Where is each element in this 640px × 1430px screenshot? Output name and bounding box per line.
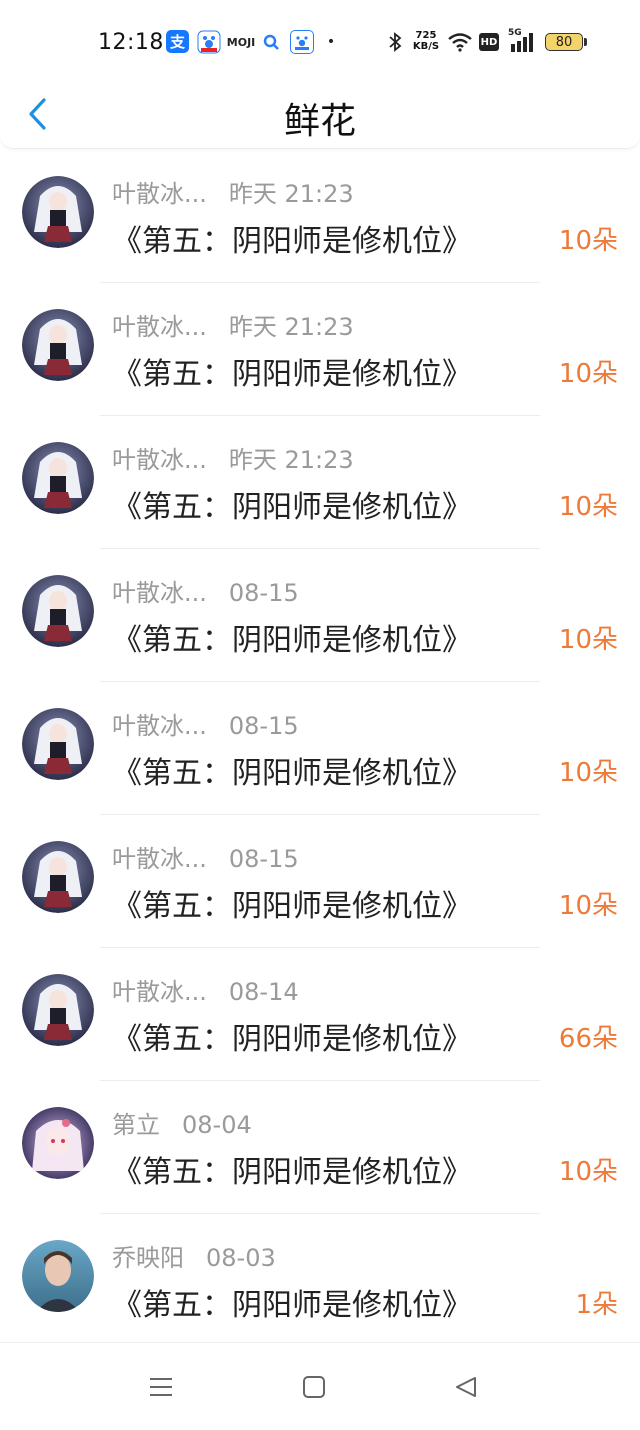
item-meta: 乔映阳 08-03 bbox=[112, 1238, 276, 1273]
speed-value: 725 bbox=[415, 30, 437, 41]
wifi-icon bbox=[446, 30, 474, 54]
flower-amount: 10朵 bbox=[558, 359, 618, 389]
list-item[interactable]: 第立 08-04 《第五：阴阳师是修机位》 10朵 bbox=[0, 1081, 640, 1214]
list-item[interactable]: 叶散冰... 昨天 21:23 《第五：阴阳师是修机位》 10朵 bbox=[0, 416, 640, 549]
flower-amount: 10朵 bbox=[558, 1157, 618, 1187]
book-title[interactable]: 《第五：阴阳师是修机位》 bbox=[112, 615, 472, 659]
home-button[interactable] bbox=[296, 1369, 332, 1405]
item-date: 08-15 bbox=[228, 579, 299, 607]
moji-icon: MOJI bbox=[226, 35, 256, 49]
avatar[interactable] bbox=[22, 974, 94, 1046]
flower-amount: 10朵 bbox=[558, 226, 618, 256]
flower-amount: 10朵 bbox=[558, 625, 618, 655]
list-item[interactable]: 乔映阳 08-03 《第五：阴阳师是修机位》 1朵 bbox=[0, 1214, 640, 1347]
navigation-bar bbox=[0, 1342, 640, 1430]
list-item[interactable]: 叶散冰... 08-15 《第五：阴阳师是修机位》 10朵 bbox=[0, 815, 640, 948]
avatar[interactable] bbox=[22, 708, 94, 780]
item-date: 08-04 bbox=[182, 1111, 252, 1139]
book-title[interactable]: 《第五：阴阳师是修机位》 bbox=[112, 216, 472, 260]
user-name[interactable]: 叶散冰... bbox=[112, 313, 207, 341]
item-date: 昨天 21:23 bbox=[228, 180, 354, 208]
item-meta: 叶散冰... 08-15 bbox=[112, 706, 299, 741]
item-meta: 叶散冰... 08-15 bbox=[112, 573, 299, 608]
item-date: 昨天 21:23 bbox=[228, 313, 354, 341]
menu-button[interactable] bbox=[143, 1369, 179, 1405]
battery-tip bbox=[584, 38, 587, 46]
book-title[interactable]: 《第五：阴阳师是修机位》 bbox=[112, 1014, 472, 1058]
flower-amount: 10朵 bbox=[558, 492, 618, 522]
avatar[interactable] bbox=[22, 1240, 94, 1312]
item-date: 08-15 bbox=[228, 845, 299, 873]
speed-unit: KB/S bbox=[412, 41, 440, 52]
battery-icon: 80 bbox=[545, 33, 583, 51]
avatar[interactable] bbox=[22, 309, 94, 381]
user-name[interactable]: 叶散冰... bbox=[112, 712, 207, 740]
baidu-app-icon bbox=[290, 30, 314, 54]
menu-icon bbox=[150, 1378, 172, 1396]
home-square-icon bbox=[303, 1376, 325, 1398]
search-icon bbox=[262, 30, 280, 54]
list-item[interactable]: 叶散冰... 08-14 《第五：阴阳师是修机位》 66朵 bbox=[0, 948, 640, 1081]
book-title[interactable]: 《第五：阴阳师是修机位》 bbox=[112, 1147, 472, 1191]
book-title[interactable]: 《第五：阴阳师是修机位》 bbox=[112, 748, 472, 792]
item-meta: 叶散冰... 昨天 21:23 bbox=[112, 307, 354, 342]
network-speed: 725 KB/S bbox=[410, 29, 442, 53]
book-title[interactable]: 《第五：阴阳师是修机位》 bbox=[112, 1280, 472, 1324]
network-type: 5G bbox=[508, 28, 522, 38]
user-name[interactable]: 叶散冰... bbox=[112, 978, 207, 1006]
list-item[interactable]: 叶散冰... 08-15 《第五：阴阳师是修机位》 10朵 bbox=[0, 549, 640, 682]
item-date: 08-03 bbox=[206, 1244, 276, 1272]
list-item[interactable]: 叶散冰... 08-15 《第五：阴阳师是修机位》 10朵 bbox=[0, 682, 640, 815]
baidu-icon bbox=[197, 30, 221, 54]
list-item[interactable]: 叶散冰... 昨天 21:23 《第五：阴阳师是修机位》 10朵 bbox=[0, 150, 640, 283]
back-triangle-icon bbox=[456, 1377, 476, 1397]
user-name[interactable]: 叶散冰... bbox=[112, 180, 207, 208]
flower-amount: 66朵 bbox=[558, 1024, 618, 1054]
avatar[interactable] bbox=[22, 1107, 94, 1179]
flower-amount: 1朵 bbox=[575, 1290, 618, 1320]
avatar[interactable] bbox=[22, 176, 94, 248]
flower-amount: 10朵 bbox=[558, 891, 618, 921]
status-bar: 12:18 支 MOJI • 725 KB/S HD 5G 80 bbox=[0, 0, 640, 86]
book-title[interactable]: 《第五：阴阳师是修机位》 bbox=[112, 881, 472, 925]
item-date: 昨天 21:23 bbox=[228, 446, 354, 474]
book-title[interactable]: 《第五：阴阳师是修机位》 bbox=[112, 482, 472, 526]
alipay-icon: 支 bbox=[166, 30, 189, 53]
header: 鲜花 bbox=[0, 86, 640, 149]
system-back-button[interactable] bbox=[448, 1369, 484, 1405]
user-name[interactable]: 乔映阳 bbox=[112, 1244, 184, 1272]
book-title[interactable]: 《第五：阴阳师是修机位》 bbox=[112, 349, 472, 393]
avatar[interactable] bbox=[22, 841, 94, 913]
list-item[interactable]: 叶散冰... 昨天 21:23 《第五：阴阳师是修机位》 10朵 bbox=[0, 283, 640, 416]
avatar[interactable] bbox=[22, 575, 94, 647]
user-name[interactable]: 叶散冰... bbox=[112, 845, 207, 873]
user-name[interactable]: 第立 bbox=[112, 1111, 160, 1139]
bluetooth-icon bbox=[385, 30, 405, 54]
signal-icon: 5G bbox=[506, 28, 538, 54]
item-meta: 叶散冰... 昨天 21:23 bbox=[112, 174, 354, 209]
item-meta: 叶散冰... 08-14 bbox=[112, 972, 299, 1007]
user-name[interactable]: 叶散冰... bbox=[112, 446, 207, 474]
status-time: 12:18 bbox=[98, 30, 164, 55]
item-date: 08-15 bbox=[228, 712, 299, 740]
user-name[interactable]: 叶散冰... bbox=[112, 579, 207, 607]
hd-icon: HD bbox=[479, 33, 499, 51]
item-meta: 第立 08-04 bbox=[112, 1105, 252, 1140]
item-date: 08-14 bbox=[228, 978, 299, 1006]
flower-amount: 10朵 bbox=[558, 758, 618, 788]
notification-dot-icon: • bbox=[326, 34, 336, 50]
page-title: 鲜花 bbox=[283, 101, 356, 142]
item-meta: 叶散冰... 昨天 21:23 bbox=[112, 440, 354, 475]
avatar[interactable] bbox=[22, 442, 94, 514]
item-meta: 叶散冰... 08-15 bbox=[112, 839, 299, 874]
